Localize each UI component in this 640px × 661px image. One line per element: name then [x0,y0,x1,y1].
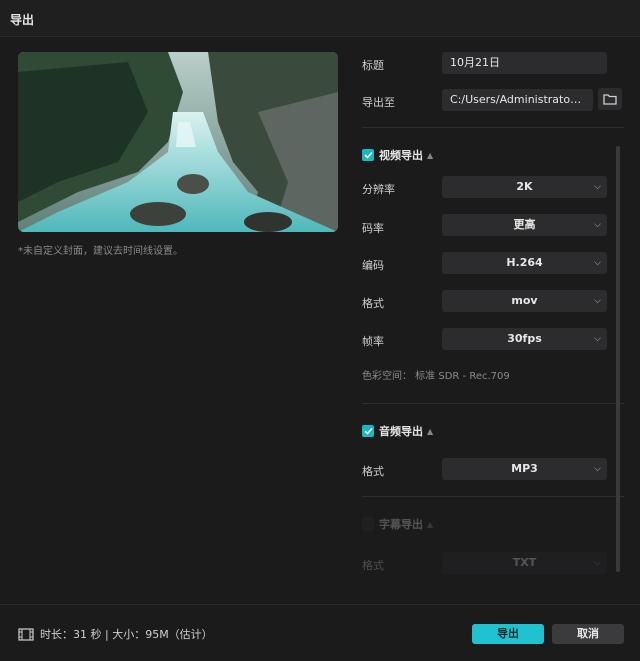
caret-up-icon[interactable]: ▲ [427,520,433,529]
cover-hint: *未自定义封面，建议去时间线设置。 [18,246,183,257]
export-info: 时长：31 秒 | 大小：95M（估计） [18,626,213,642]
video-export-header[interactable]: 视频导出 ▲ [362,147,433,163]
cover-image [18,52,338,232]
export-path-input[interactable]: C:/Users/Administrator/... [442,89,593,111]
video-format-label: 格式 [362,297,384,310]
resolution-select[interactable]: 2K ⌵ [442,176,607,198]
footer: 时长：31 秒 | 大小：95M（估计） 导出 取消 [0,604,640,661]
cover-preview[interactable] [18,52,338,232]
check-icon [363,151,373,159]
subtitle-export-checkbox[interactable] [362,518,374,530]
video-format-value: mov [511,294,538,307]
settings-scrollbar[interactable] [616,146,620,572]
color-space-text: 色彩空间： 标准 SDR - Rec.709 [362,371,510,382]
chevron-down-icon: ⌵ [594,296,601,306]
chevron-down-icon: ⌵ [594,558,601,568]
chevron-down-icon: ⌵ [594,182,601,192]
audio-export-title: 音频导出 [379,425,423,438]
bitrate-label: 码率 [362,222,384,235]
divider [362,127,624,128]
export-button[interactable]: 导出 [472,624,544,644]
subtitle-export-title: 字幕导出 [379,518,423,531]
divider [362,403,624,404]
framerate-label: 帧率 [362,335,384,348]
chevron-down-icon: ⌵ [594,220,601,230]
settings-panel[interactable]: 标题 10月21日 导出至 C:/Users/Administrator/...… [362,36,624,604]
check-icon [363,427,373,435]
export-to-label: 导出至 [362,96,395,109]
chevron-down-icon: ⌵ [594,464,601,474]
audio-format-value: MP3 [511,462,538,475]
video-export-title: 视频导出 [379,149,423,162]
title-bar: 导出 [0,0,640,37]
subtitle-format-value: TXT [512,556,537,569]
audio-format-select[interactable]: MP3 ⌵ [442,458,607,480]
framerate-select[interactable]: 30fps ⌵ [442,328,607,350]
audio-export-checkbox[interactable] [362,425,374,437]
bitrate-select[interactable]: 更高 ⌵ [442,214,607,236]
bitrate-value: 更高 [513,218,536,231]
subtitle-export-header[interactable]: 字幕导出 ▲ [362,516,433,532]
subtitle-format-label: 格式 [362,559,384,572]
video-format-select[interactable]: mov ⌵ [442,290,607,312]
caret-up-icon[interactable]: ▲ [427,427,433,436]
title-input[interactable]: 10月21日 [442,52,607,74]
duration-size-text: 时长：31 秒 | 大小：95M（估计） [40,628,213,641]
folder-icon [603,94,617,105]
codec-select[interactable]: H.264 ⌵ [442,252,607,274]
caret-up-icon[interactable]: ▲ [427,151,433,160]
resolution-value: 2K [516,180,533,193]
cancel-button[interactable]: 取消 [552,624,624,644]
subtitle-format-select[interactable]: TXT ⌵ [442,552,607,574]
title-label: 标题 [362,59,384,72]
divider [362,496,624,497]
browse-folder-button[interactable] [598,88,622,110]
video-export-checkbox[interactable] [362,149,374,161]
audio-export-header[interactable]: 音频导出 ▲ [362,423,433,439]
chevron-down-icon: ⌵ [594,334,601,344]
film-icon [18,627,34,641]
audio-format-label: 格式 [362,465,384,478]
chevron-down-icon: ⌵ [594,258,601,268]
codec-label: 编码 [362,259,384,272]
framerate-value: 30fps [507,332,542,345]
dialog-title: 导出 [10,13,35,27]
codec-value: H.264 [506,256,543,269]
resolution-label: 分辨率 [362,183,395,196]
